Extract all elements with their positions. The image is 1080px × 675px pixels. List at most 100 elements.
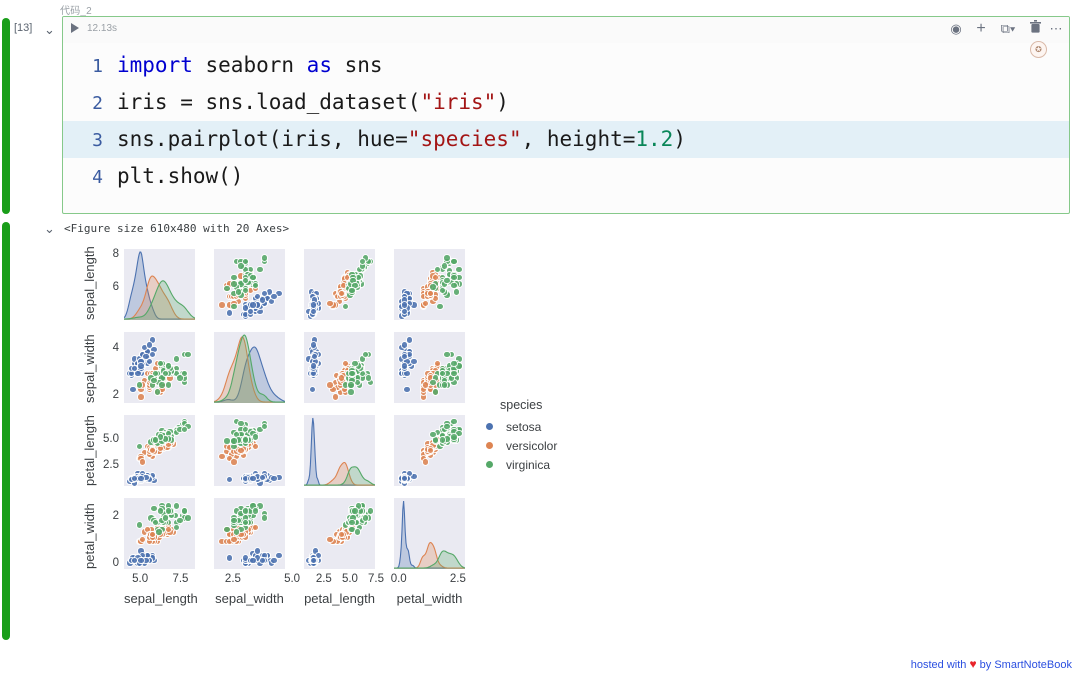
data-point (230, 280, 238, 288)
data-point (422, 299, 430, 307)
code-cell-toolbar: 12.13s ◉ + ⧉▾ ⋯ ✪ (63, 17, 1069, 58)
footer-suffix: by SmartNoteBook (979, 659, 1072, 671)
eye-icon[interactable]: ◉ (947, 20, 965, 38)
y-tick-label: 0 (112, 557, 119, 570)
more-options-icon[interactable]: ⋯ (1047, 20, 1065, 38)
data-point (237, 446, 245, 455)
legend: species setosa versicolor virginica (478, 398, 557, 474)
code-token: , height= (521, 127, 636, 151)
data-point (429, 283, 437, 291)
data-point (137, 393, 145, 401)
data-point (351, 507, 359, 515)
run-button-icon[interactable] (71, 23, 79, 33)
data-point (230, 535, 238, 543)
scatter-panel (394, 332, 465, 403)
code-token: seaborn (205, 53, 307, 77)
data-point (230, 516, 238, 524)
scatter-panel (394, 249, 465, 320)
scatter-panel (214, 249, 285, 320)
trash-icon[interactable] (1027, 20, 1043, 38)
data-point (261, 514, 269, 522)
code-token: ) (673, 127, 686, 151)
data-point (438, 369, 447, 377)
legend-item: virginica (478, 455, 557, 474)
legend-dot-icon (486, 442, 493, 449)
data-point (438, 436, 447, 444)
data-point (172, 355, 181, 363)
data-point (326, 381, 334, 389)
x-axis-label: petal_length (304, 591, 375, 606)
scatter-panel (124, 332, 195, 403)
data-point (410, 357, 418, 366)
data-point (348, 369, 356, 377)
data-point (184, 350, 192, 358)
data-point (364, 374, 373, 382)
data-point (251, 433, 259, 441)
data-point (155, 528, 163, 536)
cell-title: 代码_2 (60, 6, 92, 17)
code-token: sns.pairplot(iris, hue= (117, 127, 408, 151)
data-point (353, 528, 361, 536)
data-point (225, 554, 233, 562)
data-point (450, 281, 458, 290)
pairplot-figure: sepal_length sepal_width petal_length petal… (60, 240, 480, 630)
collapse-code-chevron-icon[interactable]: ⌄ (44, 23, 55, 36)
data-point (249, 474, 257, 483)
data-point (438, 286, 447, 295)
code-line[interactable]: 3 sns.pairplot(iris, hue="species", heigh… (63, 121, 1069, 158)
data-point (218, 301, 226, 309)
data-point (309, 362, 318, 370)
data-point (358, 257, 367, 265)
legend-label: setosa (506, 419, 542, 434)
scatter-panel (394, 415, 465, 486)
code-cell-run-indicator (2, 18, 10, 214)
data-point (135, 521, 144, 529)
data-point (403, 386, 411, 394)
data-point (249, 301, 257, 309)
duplicate-icon[interactable]: ⧉▾ (995, 20, 1021, 38)
data-point (450, 433, 458, 441)
y-tick-label: 5.0 (103, 433, 119, 446)
code-line[interactable]: 1 import seaborn as sns (63, 47, 1069, 84)
code-token: import (117, 53, 206, 77)
data-point (348, 286, 356, 295)
footer-credit: hosted with ♥ by SmartNoteBook (911, 657, 1072, 671)
scatter-panel (124, 498, 195, 569)
code-editor[interactable]: 1 import seaborn as sns 2 iris = sns.load_d… (63, 43, 1069, 195)
data-point (181, 425, 189, 434)
code-line[interactable]: 2 iris = sns.load_dataset("iris") (63, 84, 1069, 121)
x-tick-label: 2.5 (449, 573, 466, 585)
data-point (151, 436, 160, 444)
y-tick-label: 2 (112, 509, 119, 522)
legend-item: setosa (478, 417, 557, 436)
legend-label: versicolor (506, 438, 558, 453)
trash-icon-glyph (1029, 20, 1041, 33)
data-point (135, 381, 144, 389)
scatter-panel (124, 415, 195, 486)
data-point (342, 302, 350, 311)
data-point (429, 379, 437, 387)
data-point (223, 285, 231, 293)
code-token: iris = sns.load_dataset( (117, 90, 421, 114)
x-axis-label: sepal_width (215, 591, 284, 606)
code-line[interactable]: 4 plt.show() (63, 158, 1069, 195)
data-point (251, 442, 259, 450)
data-point (232, 528, 240, 536)
data-point (436, 302, 444, 311)
data-point (450, 257, 458, 265)
plus-icon[interactable]: + (973, 20, 989, 38)
data-point (361, 514, 370, 522)
data-point (400, 307, 409, 315)
legend-item: versicolor (478, 436, 557, 455)
data-point (161, 514, 170, 522)
kde-curves (304, 417, 375, 486)
heart-icon: ♥ (969, 657, 977, 671)
y-tick-label: 2 (112, 388, 119, 401)
collapse-output-chevron-icon[interactable]: ⌄ (44, 222, 55, 235)
scatter-panel (304, 332, 375, 403)
line-number: 1 (92, 56, 103, 77)
data-point (251, 507, 259, 515)
data-point (270, 474, 278, 483)
data-point (347, 388, 355, 396)
data-point (230, 302, 238, 311)
